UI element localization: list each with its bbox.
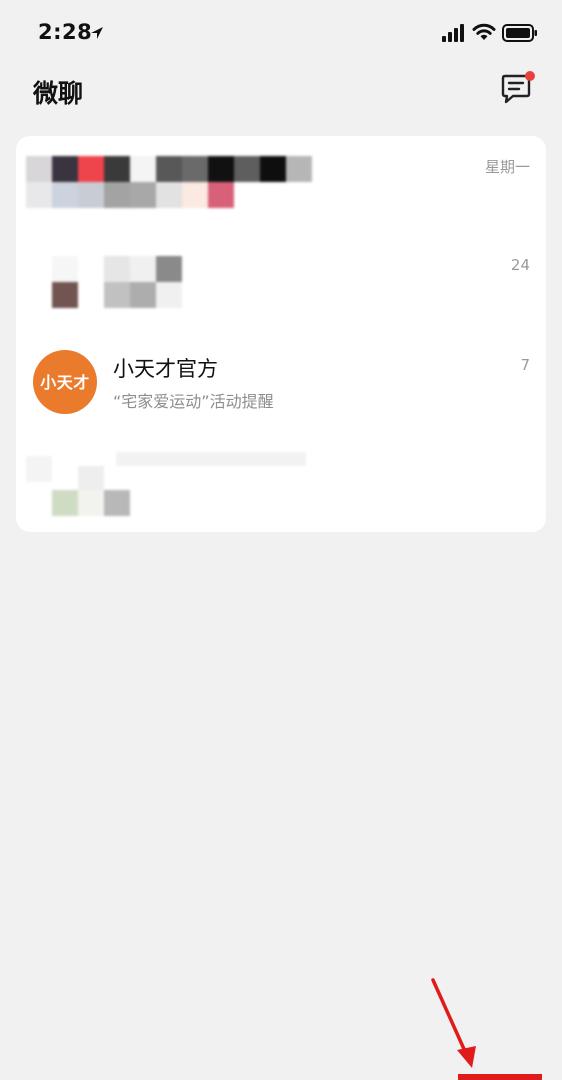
highlight-bar [458, 1074, 542, 1080]
annotation-arrow-icon [431, 978, 476, 1068]
